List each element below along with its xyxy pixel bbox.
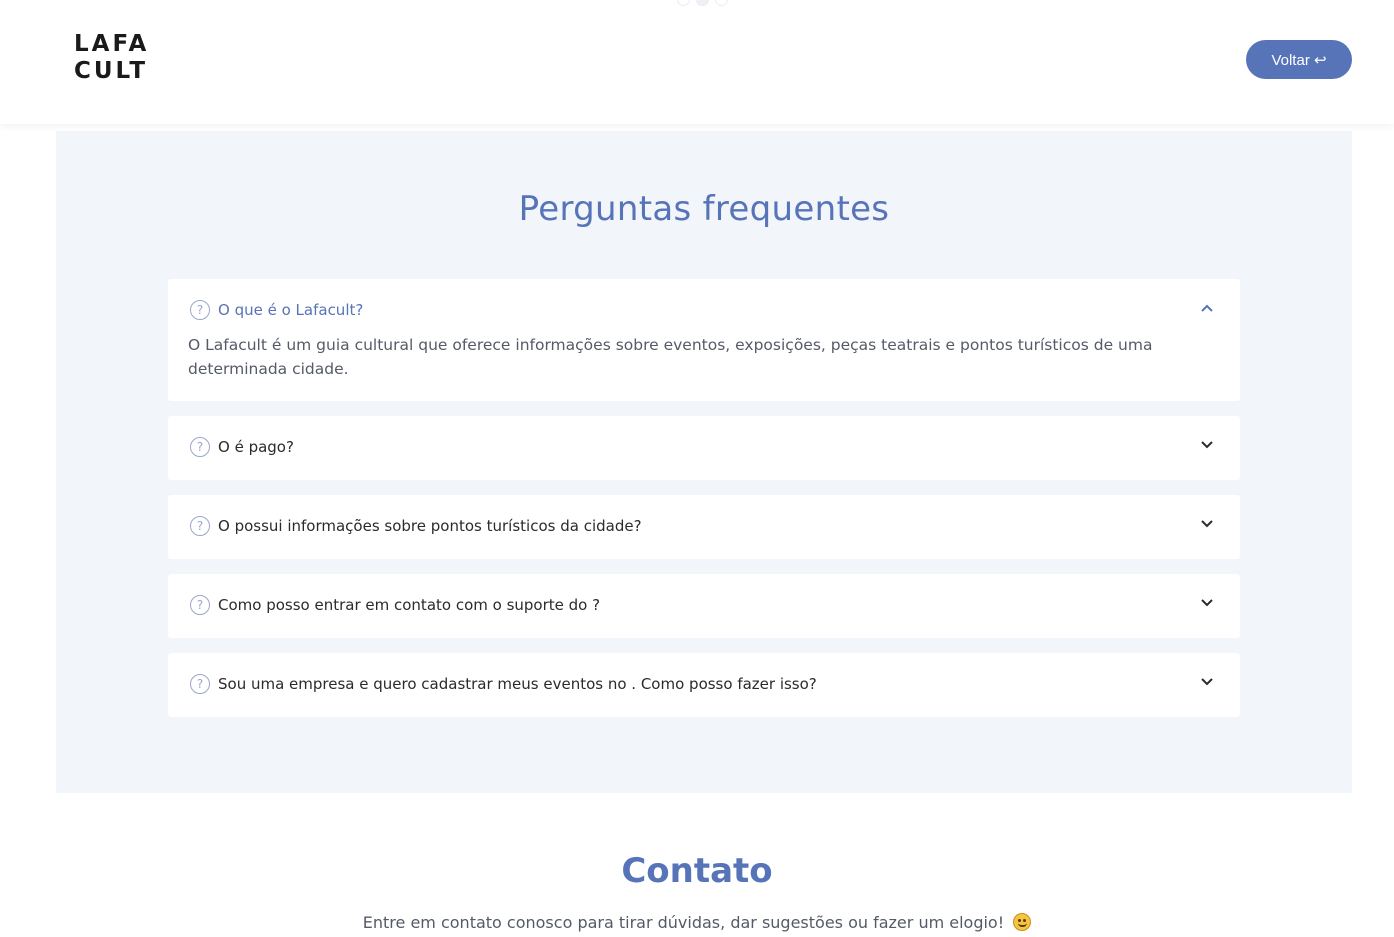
faq-question-text: O é pago? xyxy=(218,438,294,456)
faq-answer: O Lafacult é um guia cultural que oferec… xyxy=(188,336,1153,378)
question-icon: ? xyxy=(190,300,210,320)
chevron-down-icon[interactable] xyxy=(1200,596,1214,610)
chevron-up-icon[interactable] xyxy=(1200,301,1214,315)
question-icon: ? xyxy=(190,674,210,694)
contact-title: Contato xyxy=(621,851,773,891)
chevron-down-icon[interactable] xyxy=(1200,517,1214,531)
question-icon: ? xyxy=(190,516,210,536)
back-button[interactable]: Voltar ↩ xyxy=(1246,40,1352,79)
question-icon: ? xyxy=(190,437,210,457)
site-header: LAFA CULT Voltar ↩ xyxy=(0,0,1394,124)
logo-line-2: CULT xyxy=(74,58,149,84)
carousel-dot-active[interactable] xyxy=(696,0,709,6)
faq-question[interactable]: ? O possui informações sobre pontos turí… xyxy=(190,516,642,536)
logo-line-1: LAFA xyxy=(74,31,150,57)
faq-question[interactable]: ? Sou uma empresa e quero cadastrar meus… xyxy=(190,674,817,694)
logo[interactable]: LAFA CULT xyxy=(74,31,149,85)
faq-item[interactable]: ? Como posso entrar em contato com o sup… xyxy=(168,574,1240,638)
chevron-down-icon[interactable] xyxy=(1200,438,1214,452)
faq-question[interactable]: ? Como posso entrar em contato com o sup… xyxy=(190,595,600,615)
faq-item[interactable]: ? O que é o Lafacult? O Lafacult é um gu… xyxy=(168,279,1240,401)
carousel-dot[interactable] xyxy=(715,0,728,6)
faq-question-text: O possui informações sobre pontos turíst… xyxy=(218,517,642,535)
faq-question-text: Como posso entrar em contato com o supor… xyxy=(218,596,601,614)
faq-section: Perguntas frequentes ? O que é o Lafacul… xyxy=(56,131,1352,793)
carousel-dots xyxy=(677,0,728,6)
contact-description: Entre em contato conosco para tirar dúvi… xyxy=(362,913,1005,932)
faq-question-text: Sou uma empresa e quero cadastrar meus e… xyxy=(218,675,817,693)
faq-question[interactable]: ? O é pago? xyxy=(190,437,294,457)
faq-question[interactable]: ? O que é o Lafacult? xyxy=(190,300,363,320)
chevron-down-icon[interactable] xyxy=(1200,675,1214,689)
faq-item[interactable]: ? Sou uma empresa e quero cadastrar meus… xyxy=(168,653,1240,717)
contact-text: Entre em contato conosco para tirar dúvi… xyxy=(0,913,1394,932)
faq-item[interactable]: ? O é pago? xyxy=(168,416,1240,480)
faq-title: Perguntas frequentes xyxy=(518,189,890,229)
smile-emoji-icon xyxy=(1013,913,1032,931)
faq-item[interactable]: ? O possui informações sobre pontos turí… xyxy=(168,495,1240,559)
question-icon: ? xyxy=(190,595,210,615)
faq-question-text: O que é o Lafacult? xyxy=(218,301,364,319)
carousel-dot[interactable] xyxy=(677,0,690,6)
